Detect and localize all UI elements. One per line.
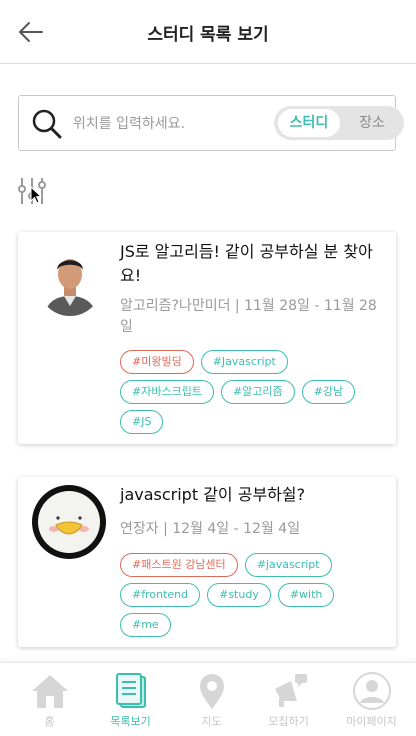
tag[interactable]: #알고리즘 <box>220 380 295 404</box>
page-title: 스터디 목록 보기 <box>147 25 269 45</box>
tag[interactable]: #with <box>277 583 335 607</box>
tag[interactable]: #me <box>120 613 171 637</box>
study-card[interactable]: JS로 알고리듬! 같이 공부하실 분 찾아요! 알고리즘?나만미더 | 11월… <box>18 232 396 444</box>
app-header: 스터디 목록 보기 <box>0 0 416 64</box>
profile-photo-avatar <box>40 252 100 316</box>
tag[interactable]: #javascript <box>244 553 332 577</box>
tag[interactable]: #Javascript <box>200 350 288 374</box>
duck-character-avatar <box>32 485 106 559</box>
megaphone-icon <box>275 674 307 707</box>
tag[interactable]: #강남 <box>301 380 356 404</box>
tab-label: 지도 <box>201 715 222 728</box>
location-search-bar: 스터디 장소 <box>18 95 404 151</box>
study-title[interactable]: JS로 알고리듬! 같이 공부하실 분 찾아요! <box>120 240 380 288</box>
tab-list[interactable]: 목록보기 <box>89 663 172 736</box>
bottom-tab-bar: 홈 목록보기 지도 모집하기 마이페이지 <box>0 662 416 736</box>
study-place-toggle[interactable]: 스터디 장소 <box>274 106 404 140</box>
tab-home[interactable]: 홈 <box>8 663 91 736</box>
study-meta: 알고리즘?나만미더 | 11월 28일 - 11월 28일 <box>120 298 377 335</box>
home-icon <box>32 675 68 708</box>
location-search-input[interactable] <box>73 112 263 136</box>
user-icon <box>353 672 391 710</box>
tab-recruit[interactable]: 모집하기 <box>247 663 330 736</box>
list-icon <box>116 673 146 708</box>
toggle-option-study[interactable]: 스터디 <box>278 109 340 137</box>
tag[interactable]: #JS <box>120 410 164 434</box>
tag[interactable]: #study <box>207 583 271 607</box>
tab-label: 홈 <box>44 715 55 728</box>
tab-label: 마이페이지 <box>346 715 397 728</box>
mouse-cursor-icon <box>30 186 42 204</box>
tag-list: #미왕빌딩 #Javascript #자바스크립트 #알고리즘 #강남 #JS <box>120 350 388 434</box>
study-meta: 연장자 | 12월 4일 - 12월 4일 <box>120 521 301 537</box>
search-icon[interactable] <box>31 108 63 140</box>
tag-location[interactable]: #미왕빌딩 <box>120 350 194 374</box>
tab-label: 목록보기 <box>110 715 151 728</box>
tab-mypage[interactable]: 마이페이지 <box>330 663 413 736</box>
tag[interactable]: #자바스크립트 <box>120 380 214 404</box>
tag[interactable]: #frontend <box>120 583 201 607</box>
toggle-option-place[interactable]: 장소 <box>344 109 400 137</box>
map-pin-icon <box>200 674 224 709</box>
tag-list: #패스트원 강남센터 #javascript #frontend #study … <box>120 553 388 637</box>
study-card[interactable]: javascript 같이 공부하쉴? 연장자 | 12월 4일 - 12월 4… <box>18 477 396 647</box>
tag-location[interactable]: #패스트원 강남센터 <box>120 553 238 577</box>
tab-map[interactable]: 지도 <box>170 663 253 736</box>
study-title[interactable]: javascript 같이 공부하쉴? <box>120 483 380 507</box>
tab-label: 모집하기 <box>268 715 309 728</box>
